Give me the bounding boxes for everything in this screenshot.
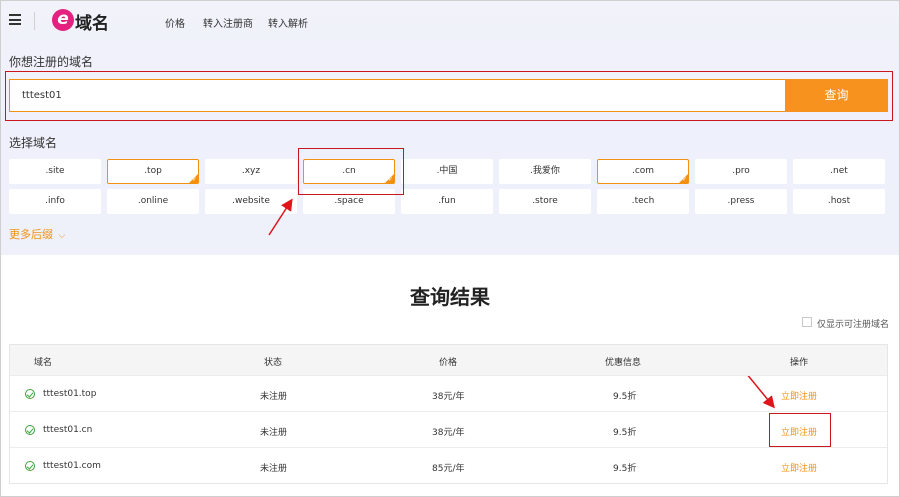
suffix-chip-label: .website bbox=[232, 196, 270, 206]
col-domain: 域名 bbox=[34, 358, 53, 368]
row-status: 未注册 bbox=[260, 392, 288, 402]
suffix-chip[interactable]: .top ✓ bbox=[107, 159, 199, 184]
row-discount: 9.5折 bbox=[613, 392, 637, 402]
row-divider bbox=[10, 411, 887, 412]
chevron-down-icon: ⌵ bbox=[58, 231, 66, 241]
results-title: 查询结果 bbox=[410, 285, 490, 309]
suffix-chip-label: .store bbox=[532, 196, 558, 206]
suffix-chip-label: .xyz bbox=[241, 166, 261, 176]
suffix-chip-label: .com bbox=[631, 166, 655, 176]
row-domain: tttest01.cn bbox=[43, 425, 93, 435]
suffix-chip-label: .space bbox=[334, 196, 364, 206]
annotation-box-register bbox=[769, 413, 831, 447]
suffix-chip[interactable]: .tech bbox=[597, 189, 689, 214]
selected-check-icon: ✓ bbox=[387, 176, 393, 183]
more-suffix-label: 更多后缀 bbox=[9, 228, 53, 241]
only-available-checkbox[interactable] bbox=[802, 317, 812, 327]
row-status: 未注册 bbox=[260, 428, 288, 438]
suffix-chip-label: .pro bbox=[732, 166, 750, 176]
suffix-chip-label: .net bbox=[830, 166, 848, 176]
row-domain: tttest01.com bbox=[43, 461, 101, 471]
selected-check-icon: ✓ bbox=[681, 176, 687, 183]
suffix-chip[interactable]: .press bbox=[695, 189, 787, 214]
search-button[interactable]: 查询 bbox=[785, 79, 888, 112]
row-discount: 9.5折 bbox=[613, 464, 637, 474]
suffix-chip[interactable]: .net bbox=[793, 159, 885, 184]
row-divider bbox=[10, 447, 887, 448]
row-status: 未注册 bbox=[260, 464, 288, 474]
menu-icon[interactable] bbox=[9, 14, 21, 25]
available-check-icon bbox=[25, 425, 35, 435]
suffix-chip[interactable]: .online bbox=[107, 189, 199, 214]
annotation-box-cn bbox=[298, 148, 404, 195]
suffix-chip-label: .tech bbox=[631, 196, 655, 206]
suffix-chip[interactable]: .com ✓ bbox=[597, 159, 689, 184]
row-price: 85元/年 bbox=[432, 464, 465, 474]
col-action: 操作 bbox=[790, 358, 809, 368]
available-check-icon bbox=[25, 389, 35, 399]
row-domain: tttest01.top bbox=[43, 389, 97, 399]
col-discount: 优惠信息 bbox=[605, 358, 642, 368]
register-button[interactable]: 立即注册 bbox=[781, 461, 817, 474]
suffix-chip-label: .host bbox=[827, 196, 851, 206]
suffix-chip-label: .press bbox=[727, 196, 755, 206]
row-discount: 9.5折 bbox=[613, 428, 637, 438]
suffix-chip-label: .info bbox=[45, 196, 65, 206]
domain-search-input[interactable]: tttest01 bbox=[9, 79, 785, 112]
suffix-chip-label: .fun bbox=[438, 196, 456, 206]
suffix-chip[interactable]: .中国 bbox=[401, 159, 493, 184]
suffix-chip[interactable]: .pro bbox=[695, 159, 787, 184]
top-header: e 域名 价格 转入注册商 转入解析 bbox=[1, 1, 899, 41]
row-price: 38元/年 bbox=[432, 428, 465, 438]
suffix-chip[interactable]: .store bbox=[499, 189, 591, 214]
suffix-chip[interactable]: .fun bbox=[401, 189, 493, 214]
row-divider bbox=[10, 375, 887, 376]
nav-price[interactable]: 价格 bbox=[165, 15, 185, 30]
suffix-chip[interactable]: .website bbox=[205, 189, 297, 214]
results-table: 域名 状态 价格 优惠信息 操作 tttest01.top 未注册 38元/年 … bbox=[9, 344, 888, 484]
nav-transfer-dns[interactable]: 转入解析 bbox=[268, 15, 308, 30]
suffix-chip[interactable]: .host bbox=[793, 189, 885, 214]
suffix-chip[interactable]: .xyz bbox=[205, 159, 297, 184]
suffix-chip-label: .我爱你 bbox=[530, 166, 560, 176]
available-check-icon bbox=[25, 461, 35, 471]
register-button[interactable]: 立即注册 bbox=[781, 389, 817, 402]
suffix-chip-label: .site bbox=[45, 166, 65, 176]
nav-transfer-registrar[interactable]: 转入注册商 bbox=[203, 15, 253, 30]
suffix-chip-label: .online bbox=[137, 196, 169, 206]
logo-icon: e bbox=[52, 9, 74, 31]
header-divider bbox=[34, 12, 35, 30]
more-suffix-toggle[interactable]: 更多后缀 ⌵ bbox=[9, 226, 65, 242]
select-suffix-label: 选择域名 bbox=[9, 136, 58, 150]
suffix-chip[interactable]: .site bbox=[9, 159, 101, 184]
col-status: 状态 bbox=[264, 358, 283, 368]
suffix-chip-label: .top bbox=[144, 166, 162, 176]
selected-check-icon: ✓ bbox=[191, 176, 197, 183]
logo-text: 域名 bbox=[75, 14, 109, 34]
only-available-label: 仅显示可注册域名 bbox=[817, 320, 890, 330]
suffix-chip[interactable]: .info bbox=[9, 189, 101, 214]
col-price: 价格 bbox=[439, 358, 458, 368]
search-label: 你想注册的域名 bbox=[9, 55, 94, 69]
suffix-chip-label: .中国 bbox=[436, 166, 458, 176]
suffix-chip[interactable]: .我爱你 bbox=[499, 159, 591, 184]
row-price: 38元/年 bbox=[432, 392, 465, 402]
